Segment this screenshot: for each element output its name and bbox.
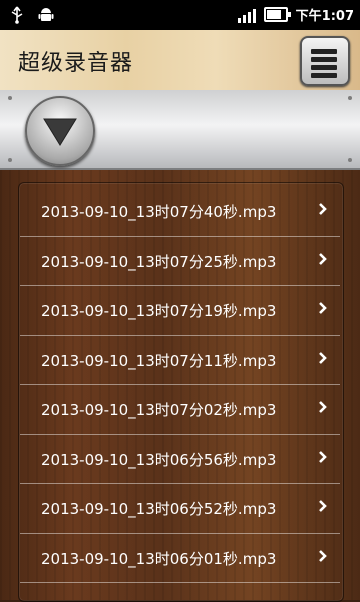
chevron-right-icon <box>319 549 327 562</box>
recording-name: 2013-09-10_13时07分19秒.mp3 <box>41 302 277 320</box>
recording-name: 2013-09-10_13时07分11秒.mp3 <box>41 351 277 370</box>
android-icon <box>38 6 54 28</box>
chevron-right-icon <box>319 203 327 215</box>
recording-name: 2013-09-10_13时06分52秒.mp3 <box>41 500 277 518</box>
list-item[interactable]: 2013-09-10_13时07分02秒.mp3 <box>20 385 340 435</box>
list-item[interactable]: 2013-09-10_13时07分19秒.mp3 <box>20 286 340 336</box>
list-item[interactable]: 2013-09-10_13时07分25秒.mp3 <box>20 237 340 286</box>
chevron-right-icon <box>319 500 327 512</box>
battery-icon <box>263 7 291 22</box>
list-item[interactable]: 2013-09-10_13时06分52秒.mp3 <box>20 484 340 534</box>
recording-name: 2013-09-10_13时07分02秒.mp3 <box>41 401 277 419</box>
recording-name: 2013-09-10_13时06分01秒.mp3 <box>41 549 277 568</box>
chevron-right-icon <box>319 302 327 314</box>
signal-icon <box>237 7 256 23</box>
play-button[interactable] <box>25 96 95 166</box>
chevron-right-icon <box>319 401 327 413</box>
app-title: 超级录音器 <box>18 51 134 76</box>
chevron-right-icon <box>319 450 327 463</box>
title-bar: 超级录音器 <box>0 30 360 90</box>
list-menu-icon <box>311 49 337 81</box>
list-item[interactable]: 2013-09-10_13时06分56秒.mp3 <box>20 435 340 484</box>
player-panel <box>0 90 360 170</box>
status-time: 下午1:07 <box>295 9 354 24</box>
usb-icon <box>10 6 24 28</box>
list-item[interactable]: 2013-09-10_13时06分01秒.mp3 <box>20 534 340 583</box>
recording-name: 2013-09-10_13时07分40秒.mp3 <box>41 203 277 221</box>
recording-name: 2013-09-10_13时07分25秒.mp3 <box>41 252 277 271</box>
down-triangle-icon <box>43 118 77 146</box>
list-item[interactable]: 2013-09-10_13时07分11秒.mp3 <box>20 336 340 385</box>
chevron-right-icon <box>319 252 327 265</box>
list-item[interactable]: 2013-09-10_13时07分40秒.mp3 <box>20 187 340 237</box>
recording-list: 2013-09-10_13时07分40秒.mp3 2013-09-10_13时0… <box>20 187 340 583</box>
status-bar: 下午1:07 <box>0 0 360 30</box>
recording-name: 2013-09-10_13时06分56秒.mp3 <box>41 450 277 469</box>
menu-button[interactable] <box>300 36 350 86</box>
chevron-right-icon <box>319 351 327 364</box>
